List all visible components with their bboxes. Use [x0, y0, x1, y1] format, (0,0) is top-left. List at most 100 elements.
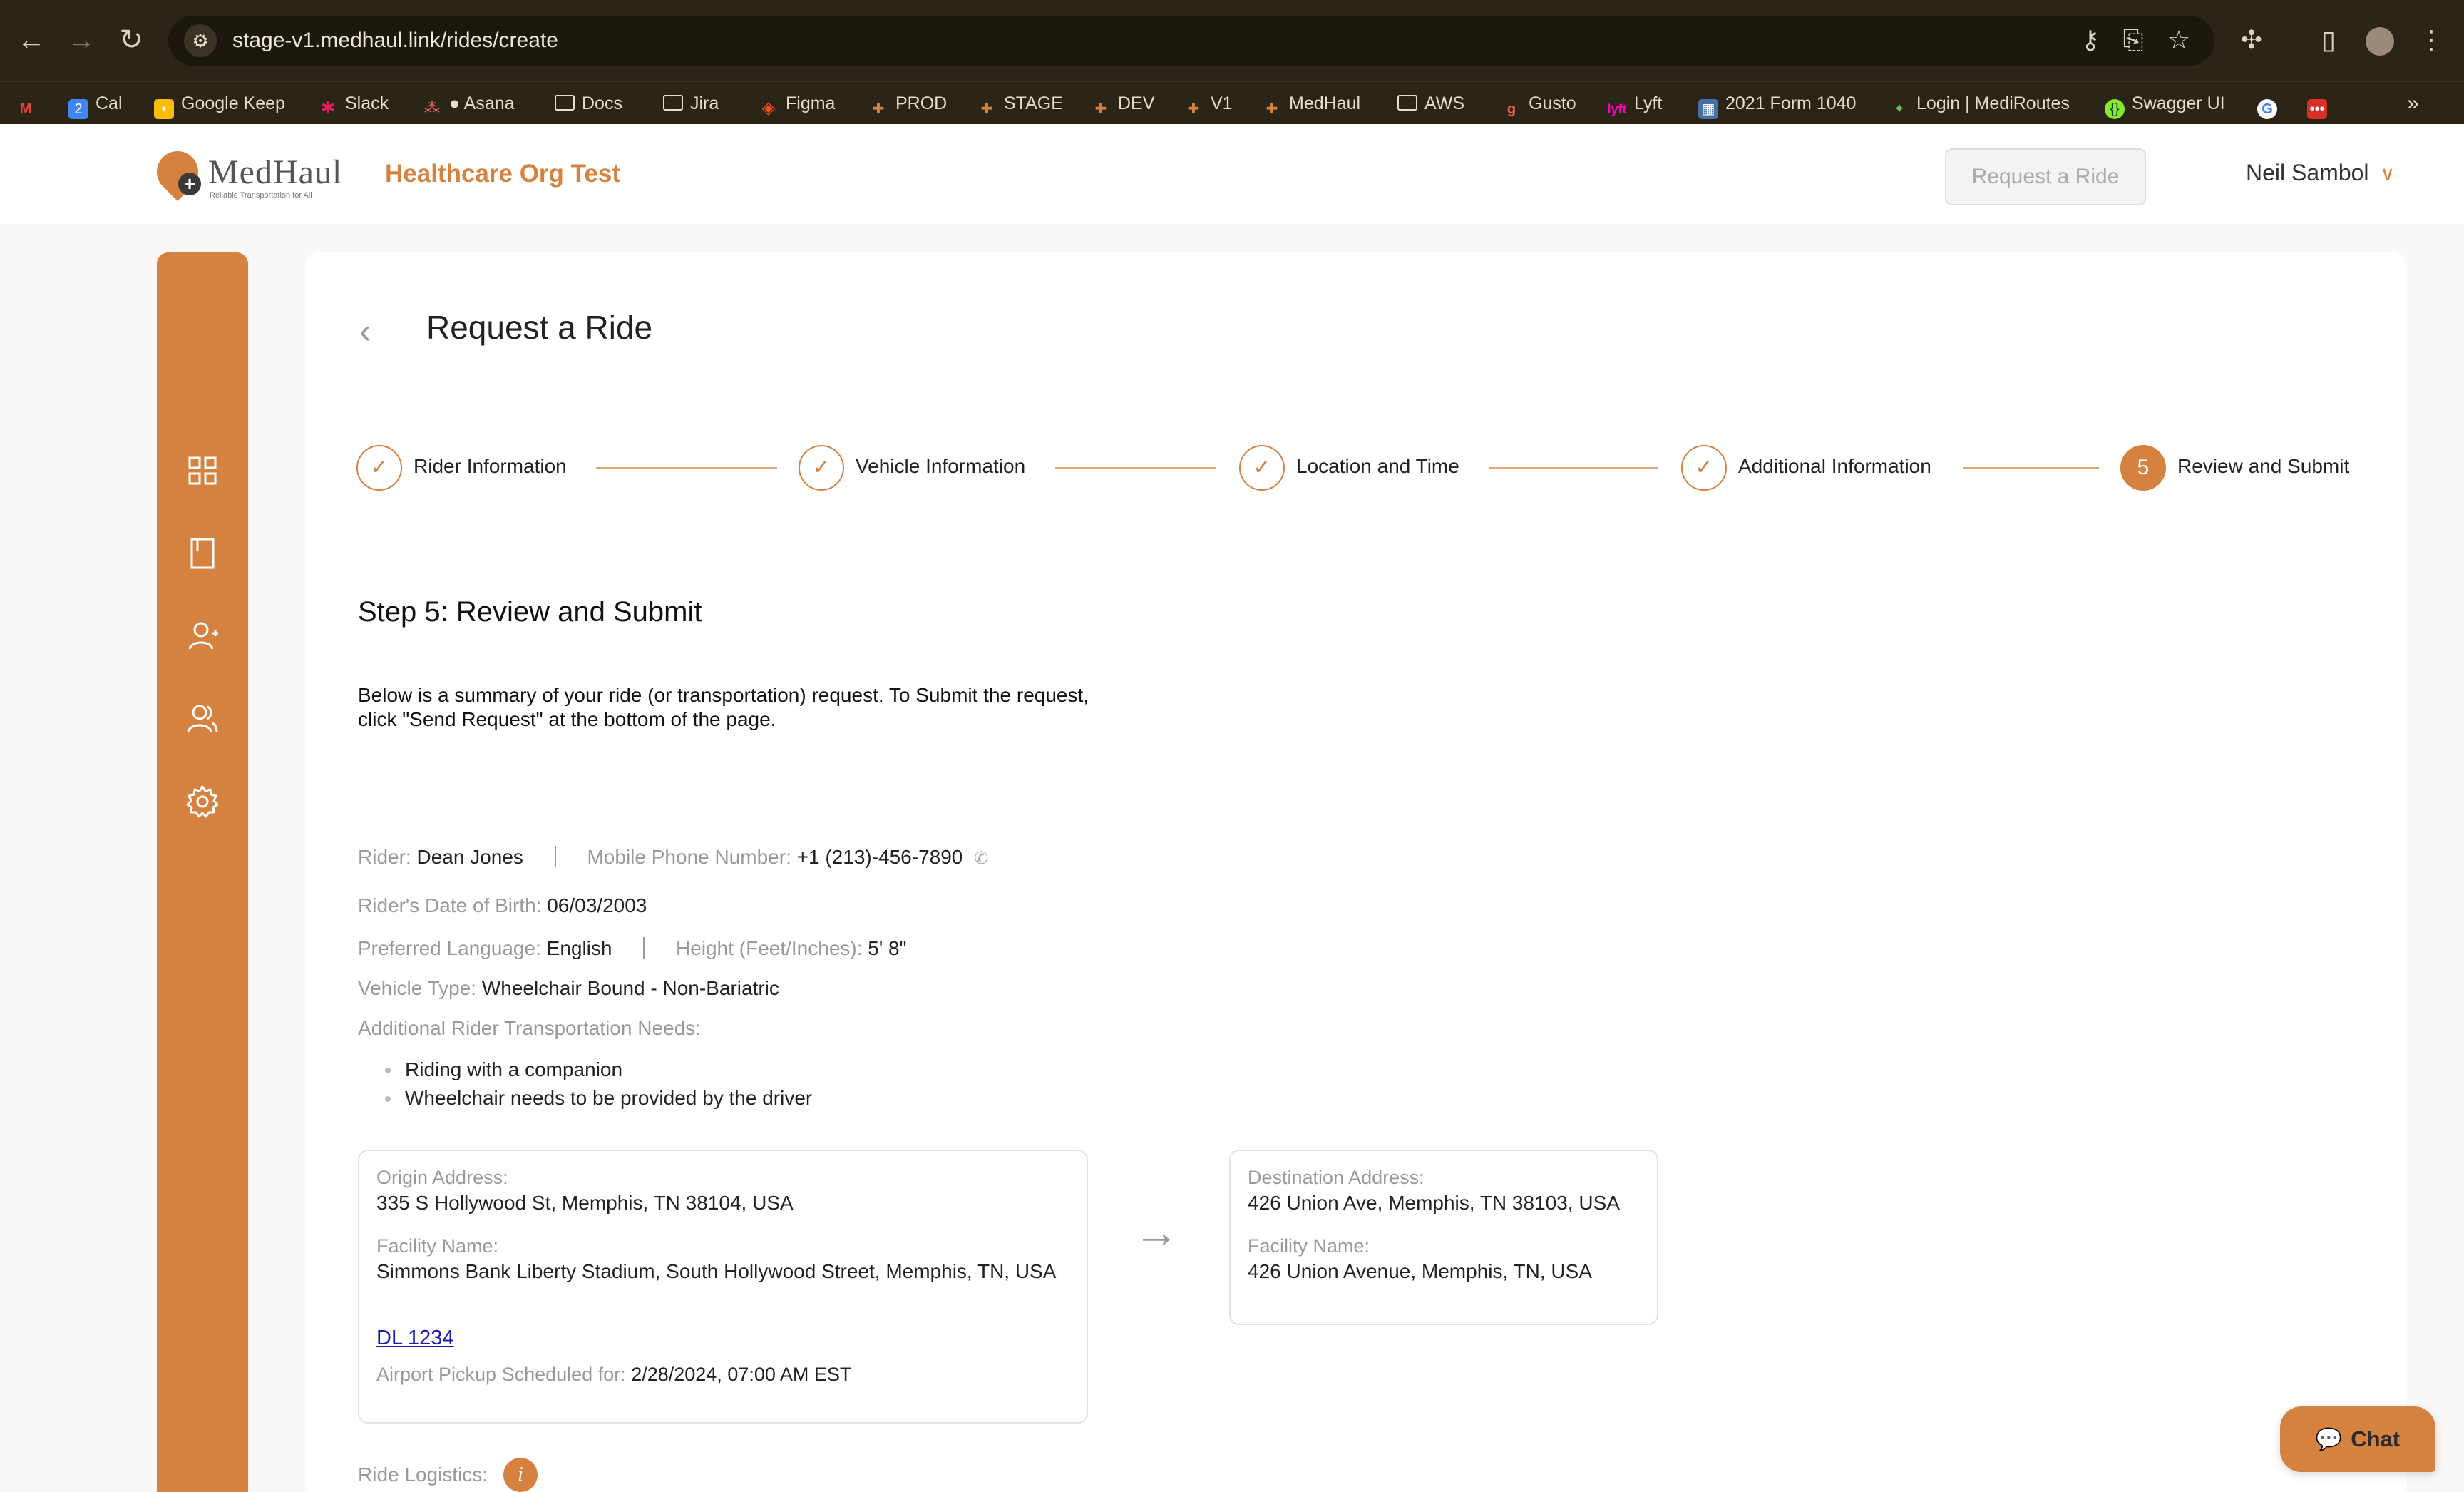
rider-row: Rider: Dean Jones Mobile Phone Number: +…	[358, 846, 988, 869]
language-height-row: Preferred Language: English Height (Feet…	[358, 937, 907, 960]
request-ride-button[interactable]: Request a Ride	[1945, 148, 2146, 205]
bookmark-aws[interactable]: AWS	[1397, 82, 1464, 125]
bookmark-stage[interactable]: ✚ STAGE	[977, 82, 1063, 125]
origin-facility-value: Simmons Bank Liberty Stadium, South Holl…	[376, 1260, 1057, 1282]
gear-icon[interactable]	[184, 783, 221, 820]
install-app-icon[interactable]: ⎘	[2115, 21, 2152, 58]
reload-icon[interactable]: ↻	[113, 21, 150, 58]
bookmarks-bar: M 2 Cal • Google Keep ✱ Slack ⁂ ● Asana Docs…	[0, 81, 2464, 124]
step-connector	[1963, 467, 2099, 469]
bookmark-form-1040[interactable]: ▦ 2021 Form 1040	[1698, 82, 1856, 125]
dob-value: 06/03/2003	[547, 894, 647, 916]
dashboard-grid-icon[interactable]	[184, 452, 221, 489]
check-icon: ✓	[799, 445, 844, 491]
side-panel-icon[interactable]: ▯	[2310, 21, 2347, 58]
vehicle-row: Vehicle Type: Wheelchair Bound - Non-Bar…	[358, 977, 779, 1000]
page-title: Request a Ride	[426, 309, 653, 346]
needs-list: Riding with a companion Wheelchair needs…	[385, 1056, 812, 1113]
pickup-value: 2/28/2024, 07:00 AM EST	[631, 1364, 852, 1385]
extensions-icon[interactable]: ✣	[2233, 21, 2270, 58]
pickup-label: Airport Pickup Scheduled for:	[376, 1364, 626, 1385]
address-bar[interactable]: ⚙ stage-v1.medhaul.link/rides/create	[168, 16, 2214, 66]
swagger-icon: {}	[2105, 99, 2125, 119]
bookmark-dev[interactable]: ✚ DEV	[1091, 82, 1155, 125]
step-label: Additional Information	[1738, 455, 1931, 477]
origin-facility-label: Facility Name:	[376, 1235, 499, 1257]
bookmark-google[interactable]: G	[2257, 82, 2284, 125]
bookmark-cal[interactable]: 2 Cal	[68, 82, 123, 125]
step-heading: Step 5: Review and Submit	[358, 596, 702, 628]
medhaul-icon: ✚	[980, 101, 993, 117]
destination-facility-value: 426 Union Avenue, Memphis, TN, USA	[1248, 1260, 1592, 1282]
logo-text: MedHaul	[208, 153, 343, 191]
bookmark-docs[interactable]: Docs	[555, 82, 622, 125]
bookmark-v1[interactable]: ✚ V1	[1184, 82, 1233, 125]
bookmark-more[interactable]: •••	[2307, 82, 2334, 125]
language-label: Preferred Language:	[358, 937, 541, 959]
bookmark-google-keep[interactable]: • Google Keep	[154, 82, 285, 125]
medhaul-logo[interactable]: + MedHaul Reliable Transportation for Al…	[148, 142, 356, 202]
main-panel: ‹ Request a Ride ✓ Rider Information ✓ V…	[305, 252, 2407, 1492]
medhaul-icon: ✚	[1266, 101, 1278, 117]
step-label: Vehicle Information	[856, 455, 1026, 477]
add-user-icon[interactable]	[184, 618, 221, 655]
key-icon[interactable]: ⚷	[2072, 21, 2109, 58]
address-url[interactable]: stage-v1.medhaul.link/rides/create	[232, 16, 558, 66]
summary-text: Below is a summary of your ride (or tran…	[358, 684, 1089, 730]
check-icon: ✓	[1681, 445, 1727, 491]
bookmark-jira[interactable]: Jira	[663, 82, 719, 125]
gusto-icon: g	[1506, 101, 1516, 117]
divider	[643, 937, 645, 959]
step-label: Location and Time	[1296, 455, 1459, 477]
info-icon[interactable]: i	[503, 1458, 538, 1492]
bookmark-lyft[interactable]: lyft Lyft	[1607, 82, 1663, 125]
divider	[554, 846, 556, 867]
logo-pin-icon	[148, 142, 207, 202]
destination-card: Destination Address: 426 Union Ave, Memp…	[1229, 1150, 1658, 1325]
language-value: English	[546, 937, 612, 959]
user-name: Neil Sambol	[2246, 160, 2369, 185]
browser-menu-icon[interactable]: ⋮	[2413, 21, 2450, 58]
needs-label: Additional Rider Transportation Needs:	[358, 1017, 701, 1039]
org-name: Healthcare Org Test	[385, 160, 621, 188]
height-label: Height (Feet/Inches):	[676, 937, 863, 959]
book-icon[interactable]	[184, 535, 221, 572]
back-chevron-icon[interactable]: ‹	[359, 310, 371, 352]
profile-avatar-icon[interactable]	[2361, 21, 2398, 58]
logo-tagline: Reliable Transportation for All	[210, 191, 312, 200]
bookmarks-overflow-icon[interactable]: »	[2407, 82, 2419, 125]
phone-value: +1 (213)-456-7890	[796, 846, 963, 868]
bookmark-asana[interactable]: ⁂ ● Asana	[422, 82, 515, 125]
user-menu[interactable]: Neil Sambol ∨	[2246, 160, 2395, 186]
step-connector	[1489, 467, 1658, 469]
medhaul-icon: ✚	[1094, 101, 1107, 117]
forward-arrow-icon[interactable]: →	[63, 21, 100, 58]
arrow-right-icon: →	[1134, 1206, 1179, 1257]
medhaul-icon: ✚	[1187, 101, 1200, 117]
users-icon[interactable]	[184, 700, 221, 737]
step-label: Review and Submit	[2177, 455, 2350, 477]
calendar-icon: 2	[68, 99, 88, 119]
chevron-down-icon: ∨	[2380, 163, 2396, 185]
bookmark-gusto[interactable]: g Gusto	[1502, 82, 1576, 125]
chat-label: Chat	[2351, 1426, 2401, 1451]
phone-icon[interactable]: ✆	[974, 849, 988, 868]
back-arrow-icon[interactable]: ←	[13, 21, 50, 58]
bookmark-swagger[interactable]: {} Swagger UI	[2105, 82, 2225, 125]
lyft-icon: lyft	[1607, 102, 1627, 116]
origin-address-label: Origin Address:	[376, 1167, 508, 1188]
bookmark-figma[interactable]: ◈ Figma	[759, 82, 836, 125]
chat-bubble-icon: 💬	[2315, 1428, 2343, 1451]
logo-plus-icon: +	[178, 173, 201, 195]
bookmark-slack[interactable]: ✱ Slack	[318, 82, 389, 125]
destination-facility-label: Facility Name:	[1248, 1235, 1370, 1257]
bookmark-prod[interactable]: ✚ PROD	[868, 82, 948, 125]
bookmark-gmail[interactable]: M	[16, 82, 43, 125]
chat-button[interactable]: 💬 Chat	[2280, 1406, 2435, 1472]
bookmark-mediroutes[interactable]: ✦ Login | MediRoutes	[1889, 82, 2070, 125]
bookmark-medhaul[interactable]: ✚ MedHaul	[1262, 82, 1360, 125]
flight-number-link[interactable]: DL 1234	[376, 1327, 454, 1350]
check-icon: ✓	[356, 445, 402, 491]
site-settings-icon[interactable]: ⚙	[184, 24, 217, 57]
bookmark-star-icon[interactable]: ☆	[2160, 21, 2197, 58]
